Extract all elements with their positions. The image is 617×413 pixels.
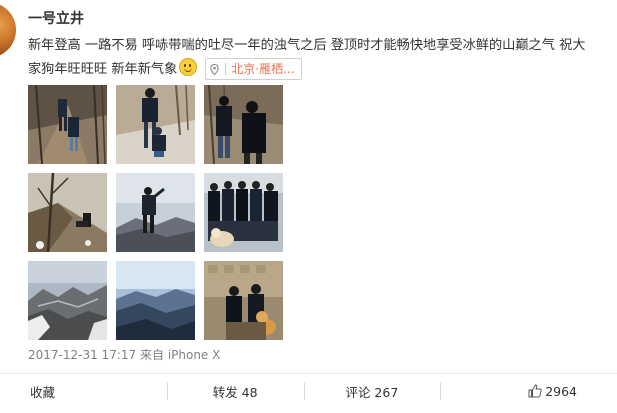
post-source[interactable]: iPhone X (168, 348, 221, 362)
photo-6[interactable] (204, 173, 283, 252)
photo-9[interactable] (204, 261, 283, 340)
photo-2[interactable] (116, 85, 195, 164)
repost-button[interactable]: 转发 48 (166, 374, 304, 408)
favorite-button[interactable]: 收藏 (0, 374, 167, 408)
post-text-line1: 新年登高 一路不易 呼哧带喘的吐尽一年的浊气之后 登顶时才能畅快地享受冰鲜的山巅… (28, 38, 586, 53)
post-text-line2-wrap: 家狗年旺旺旺 新年新气象 北京·雁栖... (28, 58, 617, 82)
post-text-line2: 家狗年旺旺旺 新年新气象 (28, 62, 178, 77)
like-button[interactable]: 2964 (440, 374, 617, 408)
photo-7[interactable] (28, 261, 107, 340)
repost-label: 转发 48 (212, 384, 258, 400)
action-bar: 收藏 转发 48 评论 267 2964 (0, 373, 617, 408)
post-meta: 2017-12-31 17:17 来自 iPhone X (28, 346, 220, 363)
photo-3[interactable] (204, 85, 283, 164)
avatar[interactable] (0, 2, 18, 58)
photo-4[interactable] (28, 173, 107, 252)
photo-5[interactable] (116, 173, 195, 252)
location-pin-icon (210, 63, 220, 75)
location-tag[interactable]: 北京·雁栖... (205, 58, 302, 80)
location-label: 北京·雁栖... (231, 62, 295, 76)
like-count: 2964 (545, 383, 577, 399)
photo-grid (28, 85, 283, 340)
source-prefix: 来自 (139, 348, 164, 362)
post-content: 新年登高 一路不易 呼哧带喘的吐尽一年的浊气之后 登顶时才能畅快地享受冰鲜的山巅… (28, 34, 617, 82)
photo-8[interactable] (116, 261, 195, 340)
photo-1[interactable] (28, 85, 107, 164)
comment-label: 评论 267 (345, 384, 399, 400)
author-name[interactable]: 一号立井 (28, 8, 84, 28)
comment-button[interactable]: 评论 267 (303, 374, 441, 408)
thumbs-up-icon (528, 384, 542, 398)
favorite-label: 收藏 (30, 384, 56, 400)
post-timestamp[interactable]: 2017-12-31 17:17 (28, 348, 136, 362)
smile-emoji-icon (179, 58, 198, 76)
